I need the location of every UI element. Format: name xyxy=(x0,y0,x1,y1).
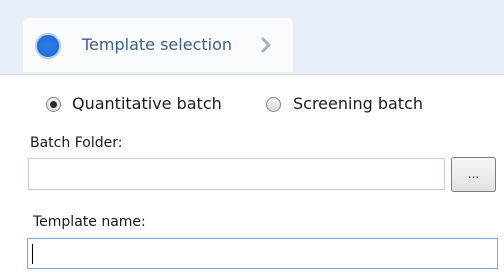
batch-folder-label: Batch Folder: xyxy=(30,135,123,151)
breadcrumb-step-label[interactable]: Template selection xyxy=(82,34,232,56)
batch-folder-input[interactable] xyxy=(28,158,445,190)
text-caret xyxy=(32,244,33,264)
quantitative-batch-radio[interactable] xyxy=(46,97,61,112)
screening-batch-label[interactable]: Screening batch xyxy=(293,93,423,115)
chevron-right-icon xyxy=(261,37,271,53)
radio-selected-dot xyxy=(50,101,57,108)
template-name-label: Template name: xyxy=(33,214,146,230)
template-name-input[interactable] xyxy=(27,238,498,269)
screening-batch-radio[interactable] xyxy=(266,97,281,112)
browse-folder-button[interactable]: ... xyxy=(451,157,496,192)
step-indicator-icon xyxy=(35,33,61,59)
quantitative-batch-label[interactable]: Quantitative batch xyxy=(72,93,222,115)
